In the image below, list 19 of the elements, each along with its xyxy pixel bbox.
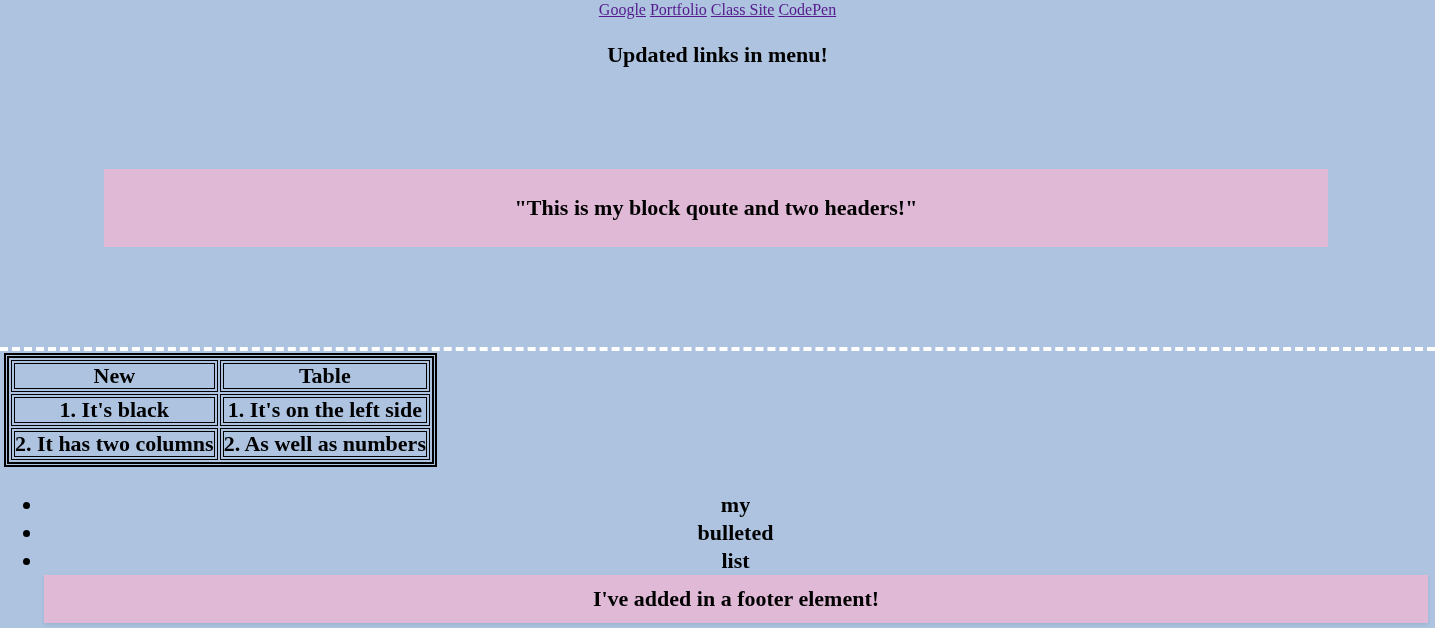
bullet-icon [23,501,30,509]
footer-bar: I've added in a footer element! [44,575,1428,623]
table-cell: 1. It's black [11,394,218,426]
table-header-cell: New [11,360,218,392]
table-cell: 2. As well as numbers [219,428,430,460]
list-item: list [721,547,750,575]
list-item: bulleted [697,519,774,547]
nav-link[interactable]: Class Site [710,1,775,18]
nav-link[interactable]: CodePen [778,1,837,18]
list-item: my [720,491,751,519]
table-header-cell: Table [219,360,430,392]
table-cell: 2. It has two columns [11,428,218,460]
bullet-icon [23,529,30,537]
bullet-icon [23,557,30,565]
nav-link[interactable]: Portfolio [649,1,707,18]
page-heading: Updated links in menu! [607,42,828,68]
block-quote: "This is my block qoute and two headers!" [104,169,1328,247]
table-cell: 1. It's on the left side [219,394,430,426]
nav-link[interactable]: Google [598,1,646,18]
